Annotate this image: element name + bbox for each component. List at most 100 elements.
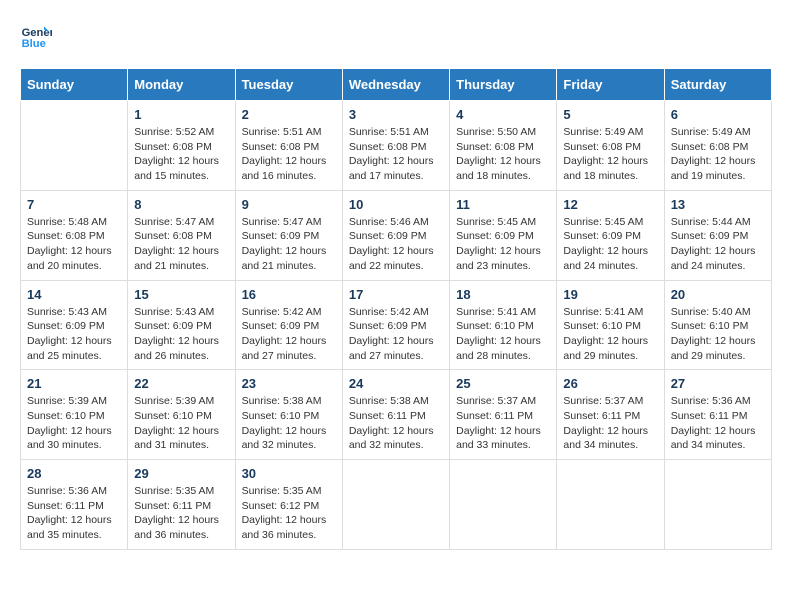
logo: General Blue [20,20,56,52]
day-info: Sunrise: 5:44 AM Sunset: 6:09 PM Dayligh… [671,215,765,274]
day-number: 23 [242,376,336,391]
day-cell: 6 Sunrise: 5:49 AM Sunset: 6:08 PM Daylig… [664,101,771,191]
day-info: Sunrise: 5:48 AM Sunset: 6:08 PM Dayligh… [27,215,121,274]
day-info: Sunrise: 5:52 AM Sunset: 6:08 PM Dayligh… [134,125,228,184]
day-info: Sunrise: 5:45 AM Sunset: 6:09 PM Dayligh… [563,215,657,274]
day-number: 2 [242,107,336,122]
day-info: Sunrise: 5:47 AM Sunset: 6:09 PM Dayligh… [242,215,336,274]
week-row-5: 28 Sunrise: 5:36 AM Sunset: 6:11 PM Dayli… [21,460,772,550]
day-number: 21 [27,376,121,391]
day-cell [557,460,664,550]
day-info: Sunrise: 5:49 AM Sunset: 6:08 PM Dayligh… [671,125,765,184]
day-cell: 24Sunrise: 5:38 AM Sunset: 6:11 PM Dayli… [342,370,449,460]
header-row: SundayMondayTuesdayWednesdayThursdayFrid… [21,69,772,101]
day-number: 3 [349,107,443,122]
header-cell-thursday: Thursday [450,69,557,101]
day-cell: 16Sunrise: 5:42 AM Sunset: 6:09 PM Dayli… [235,280,342,370]
day-number: 11 [456,197,550,212]
day-number: 18 [456,287,550,302]
day-cell: 5Sunrise: 5:49 AM Sunset: 6:08 PM Daylig… [557,101,664,191]
day-cell: 14 Sunrise: 5:43 AM Sunset: 6:09 PM Dayli… [21,280,128,370]
day-cell: 21 Sunrise: 5:39 AM Sunset: 6:10 PM Dayli… [21,370,128,460]
day-number: 22 [134,376,228,391]
day-info: Sunrise: 5:35 AM Sunset: 6:11 PM Dayligh… [134,484,228,543]
day-info: Sunrise: 5:40 AM Sunset: 6:10 PM Dayligh… [671,305,765,364]
day-cell: 19 Sunrise: 5:41 AM Sunset: 6:10 PM Dayli… [557,280,664,370]
day-cell: 13Sunrise: 5:44 AM Sunset: 6:09 PM Dayli… [664,190,771,280]
day-cell: 29 Sunrise: 5:35 AM Sunset: 6:11 PM Dayli… [128,460,235,550]
day-cell: 2 Sunrise: 5:51 AM Sunset: 6:08 PM Daylig… [235,101,342,191]
day-cell [664,460,771,550]
day-number: 20 [671,287,765,302]
day-number: 25 [456,376,550,391]
day-cell: 20 Sunrise: 5:40 AM Sunset: 6:10 PM Dayli… [664,280,771,370]
header-cell-wednesday: Wednesday [342,69,449,101]
day-number: 29 [134,466,228,481]
day-cell: 18 Sunrise: 5:41 AM Sunset: 6:10 PM Dayli… [450,280,557,370]
day-number: 17 [349,287,443,302]
day-cell: 23Sunrise: 5:38 AM Sunset: 6:10 PM Dayli… [235,370,342,460]
day-info: Sunrise: 5:42 AM Sunset: 6:09 PM Dayligh… [242,305,336,364]
day-number: 26 [563,376,657,391]
header-cell-saturday: Saturday [664,69,771,101]
day-cell: 28 Sunrise: 5:36 AM Sunset: 6:11 PM Dayli… [21,460,128,550]
day-number: 1 [134,107,228,122]
day-cell [342,460,449,550]
day-info: Sunrise: 5:45 AM Sunset: 6:09 PM Dayligh… [456,215,550,274]
day-cell: 17 Sunrise: 5:42 AM Sunset: 6:09 PM Dayli… [342,280,449,370]
day-number: 30 [242,466,336,481]
day-info: Sunrise: 5:50 AM Sunset: 6:08 PM Dayligh… [456,125,550,184]
day-number: 7 [27,197,121,212]
day-info: Sunrise: 5:39 AM Sunset: 6:10 PM Dayligh… [134,394,228,453]
day-number: 28 [27,466,121,481]
day-number: 10 [349,197,443,212]
header-cell-tuesday: Tuesday [235,69,342,101]
header-cell-sunday: Sunday [21,69,128,101]
day-cell [450,460,557,550]
svg-text:General: General [22,27,52,39]
day-number: 5 [563,107,657,122]
day-info: Sunrise: 5:46 AM Sunset: 6:09 PM Dayligh… [349,215,443,274]
day-number: 19 [563,287,657,302]
svg-text:Blue: Blue [22,38,46,50]
day-cell: 9 Sunrise: 5:47 AM Sunset: 6:09 PM Daylig… [235,190,342,280]
week-row-1: 1 Sunrise: 5:52 AM Sunset: 6:08 PM Daylig… [21,101,772,191]
day-cell: 10 Sunrise: 5:46 AM Sunset: 6:09 PM Dayli… [342,190,449,280]
day-info: Sunrise: 5:37 AM Sunset: 6:11 PM Dayligh… [563,394,657,453]
calendar-table: SundayMondayTuesdayWednesdayThursdayFrid… [20,68,772,550]
day-info: Sunrise: 5:35 AM Sunset: 6:12 PM Dayligh… [242,484,336,543]
day-cell [21,101,128,191]
day-info: Sunrise: 5:39 AM Sunset: 6:10 PM Dayligh… [27,394,121,453]
day-number: 9 [242,197,336,212]
day-cell: 4Sunrise: 5:50 AM Sunset: 6:08 PM Daylig… [450,101,557,191]
day-cell: 25 Sunrise: 5:37 AM Sunset: 6:11 PM Dayli… [450,370,557,460]
day-info: Sunrise: 5:36 AM Sunset: 6:11 PM Dayligh… [27,484,121,543]
day-cell: 1 Sunrise: 5:52 AM Sunset: 6:08 PM Daylig… [128,101,235,191]
day-cell: 30 Sunrise: 5:35 AM Sunset: 6:12 PM Dayli… [235,460,342,550]
day-info: Sunrise: 5:41 AM Sunset: 6:10 PM Dayligh… [563,305,657,364]
day-info: Sunrise: 5:42 AM Sunset: 6:09 PM Dayligh… [349,305,443,364]
day-info: Sunrise: 5:47 AM Sunset: 6:08 PM Dayligh… [134,215,228,274]
day-cell: 12 Sunrise: 5:45 AM Sunset: 6:09 PM Dayli… [557,190,664,280]
day-info: Sunrise: 5:51 AM Sunset: 6:08 PM Dayligh… [349,125,443,184]
day-info: Sunrise: 5:38 AM Sunset: 6:11 PM Dayligh… [349,394,443,453]
day-info: Sunrise: 5:43 AM Sunset: 6:09 PM Dayligh… [27,305,121,364]
day-number: 6 [671,107,765,122]
day-cell: 7 Sunrise: 5:48 AM Sunset: 6:08 PM Daylig… [21,190,128,280]
day-number: 14 [27,287,121,302]
day-info: Sunrise: 5:37 AM Sunset: 6:11 PM Dayligh… [456,394,550,453]
day-cell: 26 Sunrise: 5:37 AM Sunset: 6:11 PM Dayli… [557,370,664,460]
day-info: Sunrise: 5:41 AM Sunset: 6:10 PM Dayligh… [456,305,550,364]
day-cell: 8Sunrise: 5:47 AM Sunset: 6:08 PM Daylig… [128,190,235,280]
day-cell: 15Sunrise: 5:43 AM Sunset: 6:09 PM Dayli… [128,280,235,370]
week-row-4: 21 Sunrise: 5:39 AM Sunset: 6:10 PM Dayli… [21,370,772,460]
day-info: Sunrise: 5:51 AM Sunset: 6:08 PM Dayligh… [242,125,336,184]
day-cell: 11 Sunrise: 5:45 AM Sunset: 6:09 PM Dayli… [450,190,557,280]
day-cell: 27Sunrise: 5:36 AM Sunset: 6:11 PM Dayli… [664,370,771,460]
day-number: 12 [563,197,657,212]
day-number: 15 [134,287,228,302]
day-number: 27 [671,376,765,391]
header-cell-monday: Monday [128,69,235,101]
page-header: General Blue [20,20,772,52]
day-cell: 3 Sunrise: 5:51 AM Sunset: 6:08 PM Daylig… [342,101,449,191]
